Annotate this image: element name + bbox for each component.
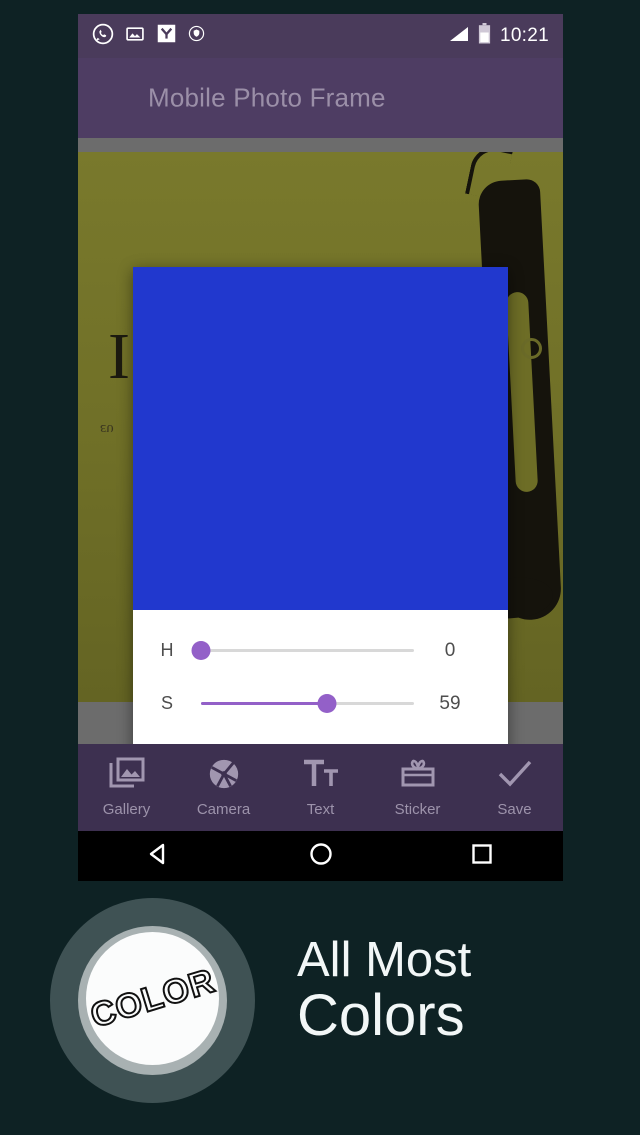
gallery-icon — [108, 757, 146, 796]
slider-s[interactable] — [201, 692, 414, 716]
slider-value-h: 0 — [444, 639, 456, 661]
promo-footer: COLOR All Most Colors — [0, 881, 640, 1135]
color-picker-dialog[interactable]: H 0 S 59 — [133, 267, 508, 744]
home-circle-icon — [308, 841, 334, 872]
gallery-image-icon — [125, 24, 145, 49]
toolbar-label-camera: Camera — [196, 801, 251, 818]
check-icon — [496, 757, 534, 796]
recents-square-icon — [469, 841, 495, 872]
promo-headline-line-1: All Most — [297, 933, 472, 987]
toolbar-item-camera[interactable]: Camera — [175, 757, 272, 818]
slider-fill-s — [201, 702, 327, 705]
whatsapp-icon — [92, 23, 114, 50]
color-preview-swatch — [133, 267, 508, 610]
status-bar: 10:21 — [78, 14, 563, 58]
status-bar-notification-icons — [92, 23, 205, 50]
back-triangle-icon — [146, 841, 172, 872]
slider-thumb-h[interactable] — [191, 641, 211, 660]
slider-row-s[interactable]: S 59 — [133, 677, 508, 730]
toolbar-item-sticker[interactable]: Sticker — [369, 757, 466, 818]
toolbar-label-sticker: Sticker — [394, 801, 441, 818]
nav-back-button[interactable] — [78, 841, 240, 872]
signal-bars-icon — [447, 25, 469, 48]
toolbar-item-text[interactable]: Text — [272, 757, 369, 818]
slider-track-h — [201, 649, 414, 652]
badge-core: COLOR — [85, 932, 220, 1065]
nav-recents-button[interactable] — [401, 841, 563, 872]
photo-frame-top-rail — [78, 138, 563, 152]
photo-editor-canvas[interactable]: I ευ H 0 S 59 — [78, 138, 563, 744]
slider-value-s: 59 — [439, 692, 461, 714]
photo-object-ring — [521, 338, 542, 359]
slider-row-h[interactable]: H 0 — [133, 624, 508, 677]
status-clock: 10:21 — [499, 25, 549, 46]
slider-thumb-s[interactable] — [317, 694, 337, 713]
text-icon — [302, 757, 340, 796]
sticker-icon — [399, 757, 437, 796]
slider-h[interactable] — [191, 639, 414, 663]
shield-icon — [188, 25, 205, 47]
photo-caption-text: ευ — [100, 421, 114, 437]
toolbar-label-gallery: Gallery — [102, 801, 151, 818]
status-bar-system-icons: 10:21 — [447, 23, 549, 49]
color-badge: COLOR — [50, 898, 255, 1103]
editor-toolbar: Gallery Camera Text Sticker Save — [78, 744, 563, 831]
toolbar-item-save[interactable]: Save — [466, 757, 563, 818]
yandex-icon — [156, 23, 177, 49]
promo-headline: All Most Colors — [297, 933, 472, 1048]
phone-screen: 10:21 Mobile Photo Frame I ευ H 0 S 59 G… — [78, 14, 563, 881]
badge-word: COLOR — [85, 960, 220, 1036]
photo-caption-letter: I — [108, 320, 130, 393]
app-bar: Mobile Photo Frame — [78, 58, 563, 138]
nav-home-button[interactable] — [240, 841, 402, 872]
promo-canvas: 10:21 Mobile Photo Frame I ευ H 0 S 59 G… — [0, 0, 640, 1135]
slider-row-v[interactable]: V 85 — [133, 730, 508, 744]
slider-label-s: S — [160, 693, 173, 713]
promo-headline-line-2: Colors — [297, 982, 465, 1048]
battery-icon — [478, 23, 491, 49]
toolbar-label-text: Text — [306, 801, 335, 818]
toolbar-label-save: Save — [497, 801, 532, 818]
page-title: Mobile Photo Frame — [148, 82, 386, 113]
camera-icon — [206, 757, 242, 796]
toolbar-item-gallery[interactable]: Gallery — [78, 757, 175, 818]
hsv-slider-group: H 0 S 59 — [133, 610, 508, 744]
android-nav-bar — [78, 831, 563, 881]
